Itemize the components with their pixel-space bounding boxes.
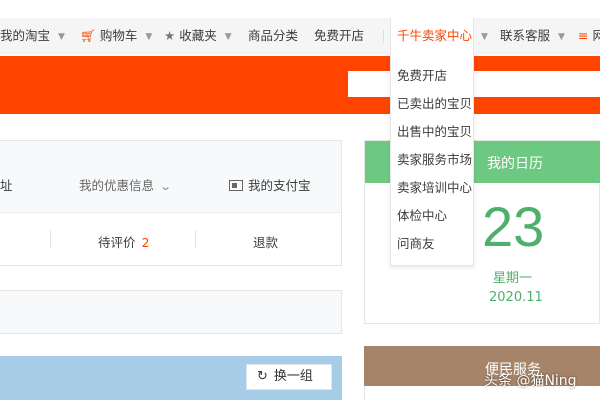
calendar-day: 23 xyxy=(482,195,545,258)
calendar-year-month: 2020.11 xyxy=(489,290,543,305)
chevron-down-icon: ▼ xyxy=(58,32,65,42)
menu-item-service-market[interactable]: 卖家服务市场 xyxy=(391,146,473,174)
coupons-link[interactable]: 我的优惠信息 ⌄ xyxy=(79,175,173,194)
refund-link[interactable]: 退款 xyxy=(253,232,278,251)
chevron-down-icon: ▼ xyxy=(481,32,488,42)
nav-open-store-label: 免费开店 xyxy=(314,28,365,43)
address-link[interactable]: 址 xyxy=(0,175,13,194)
nav-qianniu-seller-center[interactable]: 千牛卖家中心 ▼ xyxy=(390,18,488,56)
nav-categories-label: 商品分类 xyxy=(248,28,299,43)
nav-support[interactable]: 联系客服 ▼ xyxy=(500,18,565,54)
calendar-weekday: 星期一 xyxy=(493,271,533,286)
nav-favorites[interactable]: ★ 收藏夹 ▼ xyxy=(164,18,232,54)
nav-support-label: 联系客服 xyxy=(500,28,551,43)
calendar-title: 我的日历 xyxy=(487,156,543,172)
menu-icon: ≡ xyxy=(578,28,589,43)
menu-item-open-store[interactable]: 免费开店 xyxy=(391,62,473,90)
chevron-down-icon: ▼ xyxy=(145,32,153,42)
chevron-down-icon: ⌄ xyxy=(159,180,173,193)
switch-group-button[interactable]: ↻ 换一组 xyxy=(246,364,332,390)
menu-item-ask-merchants[interactable]: 问商友 xyxy=(391,230,473,258)
nav-open-store[interactable]: 免费开店 xyxy=(314,18,364,54)
cart-icon: 🛒︎ xyxy=(80,28,96,43)
chevron-down-icon: ▼ xyxy=(558,32,565,42)
nav-my-taobao-label: 我的淘宝 xyxy=(0,28,51,43)
chevron-down-icon: ▼ xyxy=(224,32,232,42)
nav-qianniu-label: 千牛卖家中心 xyxy=(397,28,473,43)
menu-item-training-center[interactable]: 卖家培训中心 xyxy=(391,174,473,202)
menu-item-on-sale-items[interactable]: 出售中的宝贝 xyxy=(391,118,473,146)
account-panel xyxy=(0,140,342,266)
nav-my-taobao[interactable]: 我的淘宝 ▼ xyxy=(0,18,65,54)
divider xyxy=(195,230,196,248)
refresh-icon: ↻ xyxy=(257,369,268,384)
nav-sitemap-label: 网 xyxy=(592,28,600,43)
alipay-card-icon xyxy=(229,180,243,191)
to-review-label: 待评价 xyxy=(98,235,136,250)
nav-divider xyxy=(383,30,384,43)
nav-favorites-label: 收藏夹 xyxy=(179,28,217,43)
star-icon: ★ xyxy=(164,28,176,43)
search-input[interactable] xyxy=(348,71,600,97)
top-nav: 我的淘宝 ▼ 🛒︎ 购物车 ▼ ★ 收藏夹 ▼ 商品分类 免费开店 千牛卖家中心 ▼ 联系客… xyxy=(0,18,600,56)
menu-item-checkup-center[interactable]: 体检中心 xyxy=(391,202,473,230)
to-review-link[interactable]: 待评价 2 xyxy=(98,232,149,251)
nav-categories[interactable]: 商品分类 xyxy=(248,18,298,54)
nav-cart[interactable]: 🛒︎ 购物车 ▼ xyxy=(80,18,152,54)
nav-sitemap[interactable]: ≡ 网 xyxy=(578,18,600,54)
menu-item-sold-items[interactable]: 已卖出的宝贝 xyxy=(391,90,473,118)
alipay-link[interactable]: 我的支付宝 xyxy=(229,175,311,194)
coupons-label: 我的优惠信息 xyxy=(79,178,155,193)
alipay-label: 我的支付宝 xyxy=(248,178,311,193)
divider xyxy=(50,230,51,248)
info-panel xyxy=(0,290,342,334)
watermark: 头条 @猫Ning xyxy=(484,373,577,389)
nav-cart-label: 购物车 xyxy=(99,28,138,43)
to-review-count: 2 xyxy=(141,235,150,250)
switch-group-label: 换一组 xyxy=(273,369,313,384)
qianniu-dropdown-menu: 免费开店 已卖出的宝贝 出售中的宝贝 卖家服务市场 卖家培训中心 体检中心 问商… xyxy=(390,54,474,266)
